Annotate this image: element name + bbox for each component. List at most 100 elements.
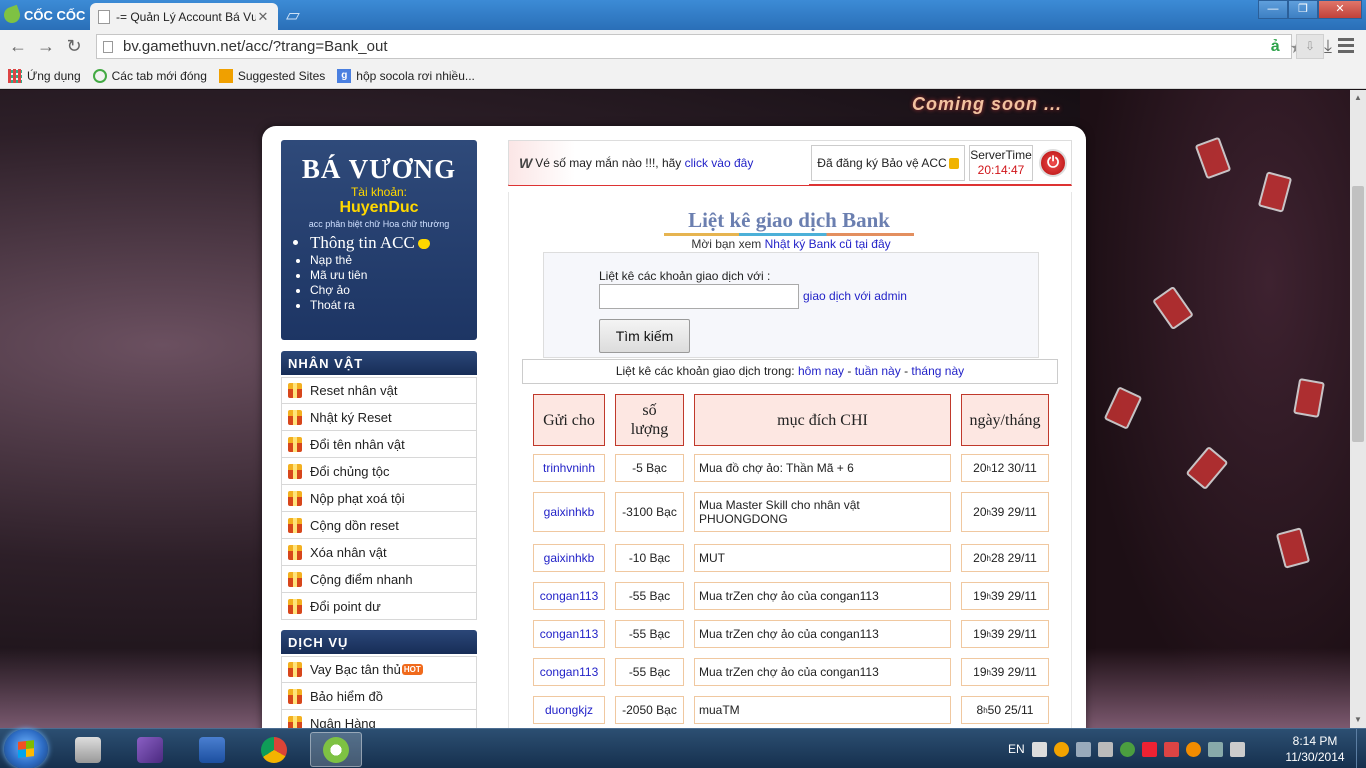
browser-logo[interactable]: CỐC CỐC — [1, 4, 85, 26]
admin-transactions-link[interactable]: giao dịch với admin — [803, 289, 907, 303]
cell-recipient[interactable]: congan113 — [533, 658, 605, 686]
menu-logout[interactable]: Thoát ra — [310, 298, 477, 313]
volume-icon[interactable] — [1229, 741, 1245, 757]
flag-icon[interactable] — [1031, 741, 1047, 757]
menu-priority-code[interactable]: Mã ưu tiên — [310, 268, 477, 283]
window-close-icon[interactable]: ✕ — [1318, 0, 1362, 19]
lottery-link[interactable]: click vào đây — [685, 156, 754, 170]
bookmark-apps[interactable]: Ứng dụng — [8, 68, 81, 83]
period-month-link[interactable]: tháng này — [911, 364, 964, 378]
taskbar-app-word[interactable] — [186, 732, 238, 767]
date-hour: 19 — [973, 665, 987, 679]
taskbar-app-visual-studio[interactable] — [124, 732, 176, 767]
page-scrollbar[interactable]: ▲ ▼ — [1350, 90, 1366, 728]
gift-icon — [288, 436, 302, 452]
sidebar-item-quick-points[interactable]: Cộng điểm nhanh — [281, 566, 477, 593]
utorrent-icon[interactable] — [1119, 741, 1135, 757]
old-bank-log-link[interactable]: Nhật ký Bank cũ tại đây — [765, 237, 891, 251]
network-icon[interactable] — [1207, 741, 1223, 757]
browser-tabbar: CỐC CỐC -= Quản Lý Account Bá Vươ ✕ ▱ — … — [0, 0, 1366, 30]
sidebar-item-bank[interactable]: Ngân Hàng — [281, 710, 477, 728]
menu-account-info[interactable]: Thông tin ACC — [310, 233, 477, 253]
start-button[interactable] — [4, 729, 48, 768]
menu-virtual-market[interactable]: Chợ ảo — [310, 283, 477, 298]
sidebar-item-reset-log[interactable]: Nhật ký Reset — [281, 404, 477, 431]
tray-app-icon[interactable] — [1097, 741, 1113, 757]
show-desktop-button[interactable] — [1356, 729, 1366, 768]
maximize-icon[interactable]: ❐ — [1288, 0, 1318, 19]
reload-icon[interactable]: ↻ — [64, 36, 84, 56]
taskbar-app-coccoc[interactable] — [310, 732, 362, 767]
sidebar-item-item-insurance[interactable]: Bảo hiểm đồ — [281, 683, 477, 710]
search-button[interactable]: Tìm kiếm — [599, 319, 690, 353]
sidebar-item-accumulate-reset[interactable]: Cộng dồn reset — [281, 512, 477, 539]
vivaldi-icon[interactable] — [1163, 741, 1179, 757]
bookmarks-bar: Ứng dụng Các tab mới đóng Suggested Site… — [0, 63, 1366, 89]
gift-icon — [288, 517, 302, 533]
page-icon — [98, 9, 110, 24]
sidebar-item-rename[interactable]: Đổi tên nhân vật — [281, 431, 477, 458]
sidebar-item-delete-character[interactable]: Xóa nhân vật — [281, 539, 477, 566]
cell-recipient[interactable]: trinhvninh — [533, 454, 605, 482]
forward-icon[interactable]: → — [36, 36, 56, 56]
monitor-icon[interactable] — [1075, 741, 1091, 757]
language-indicator[interactable]: EN — [1008, 742, 1025, 756]
menu-top-up[interactable]: Nạp thẻ — [310, 253, 477, 268]
date-rest: 12 30/11 — [990, 461, 1037, 475]
protection-text: Đã đăng ký Bảo vệ ACC — [817, 156, 947, 170]
bookmark-suggested-sites[interactable]: Suggested Sites — [218, 68, 325, 83]
sidebar-item-exchange-points[interactable]: Đổi point dư — [281, 593, 477, 620]
new-tab-icon[interactable]: ▱ — [286, 6, 304, 24]
page-title: Liệt kê giao dịch Bank — [688, 208, 890, 232]
title-underline — [664, 233, 914, 236]
cell-recipient[interactable]: gaixinhkb — [533, 544, 605, 572]
taskbar-app-chrome[interactable] — [248, 732, 300, 767]
taskbar-clock[interactable]: 8:14 PM 11/30/2014 — [1282, 733, 1348, 765]
sidebar-item-pay-fine[interactable]: Nộp phạt xoá tội — [281, 485, 477, 512]
cell-recipient[interactable]: duongkjz — [533, 696, 605, 724]
lottery-text: Vé số may mắn nào !!!, hãy — [535, 156, 682, 170]
minimize-icon[interactable]: — — [1258, 0, 1288, 19]
gift-icon — [288, 383, 302, 398]
clock-time: 8:14 PM — [1292, 734, 1338, 748]
subtitle-text: Mời bạn xem — [691, 237, 762, 251]
tray-app-icon[interactable] — [1141, 741, 1157, 757]
scroll-up-icon[interactable]: ▲ — [1350, 90, 1366, 106]
gift-icon — [288, 688, 302, 704]
bookmark-recent-tabs[interactable]: Các tab mới đóng — [92, 68, 207, 83]
scroll-thumb[interactable] — [1352, 186, 1364, 442]
column-header-recipient: Gửi cho — [533, 394, 605, 446]
coming-soon-banner: Coming soon ... — [912, 94, 1062, 114]
period-today-link[interactable]: hôm nay — [798, 364, 844, 378]
bookmark-socola[interactable]: g hộp socola rơi nhiều... — [337, 68, 475, 83]
apps-grid-icon — [8, 68, 22, 83]
tab-close-icon[interactable]: ✕ — [256, 9, 270, 25]
browser-menu-icon[interactable] — [1338, 38, 1354, 56]
tray-app-icon[interactable] — [1185, 741, 1201, 757]
date-hour: 19 — [973, 627, 987, 641]
sidebar-item-reset[interactable]: Reset nhân vật — [281, 377, 477, 404]
date-hour: 19 — [973, 589, 987, 603]
cell-date: 8 h 50 25/11 — [961, 696, 1049, 724]
browser-tab[interactable]: -= Quản Lý Account Bá Vươ ✕ — [90, 3, 278, 30]
sidebar-item-newbie-loan[interactable]: Vay Bạc tân thủ HOT — [281, 656, 477, 683]
gift-icon — [288, 409, 302, 425]
power-icon[interactable]: ⏻ — [1039, 149, 1067, 177]
back-icon[interactable]: ← — [8, 36, 28, 56]
address-bar[interactable]: bv.gamethuvn.net/acc/?trang=Bank_out — [96, 34, 1292, 59]
translate-icon[interactable]: ả — [1271, 38, 1280, 58]
period-week-link[interactable]: tuần này — [855, 364, 901, 378]
sidebar-item-change-race[interactable]: Đổi chủng tộc — [281, 458, 477, 485]
download-arrow-icon[interactable]: ⤓ — [1318, 36, 1338, 56]
tray-app-icon[interactable] — [1053, 741, 1069, 757]
taskbar-app-calculator[interactable] — [62, 732, 114, 767]
game-brand: BÁ VƯƠNG — [301, 154, 457, 184]
cell-recipient[interactable]: gaixinhkb — [533, 492, 605, 532]
cell-recipient[interactable]: congan113 — [533, 582, 605, 610]
cell-purpose: Mua đồ chợ ảo: Thần Mã + 6 — [694, 454, 951, 482]
search-input[interactable] — [599, 284, 799, 309]
windows-taskbar: EN 8:14 PM 11/30/2014 — [0, 728, 1366, 768]
cell-recipient[interactable]: congan113 — [533, 620, 605, 648]
main-panel: BÁ VƯƠNG Tài khoản: HuyenDuc acc phân bi… — [262, 126, 1086, 728]
scroll-down-icon[interactable]: ▼ — [1350, 712, 1366, 728]
